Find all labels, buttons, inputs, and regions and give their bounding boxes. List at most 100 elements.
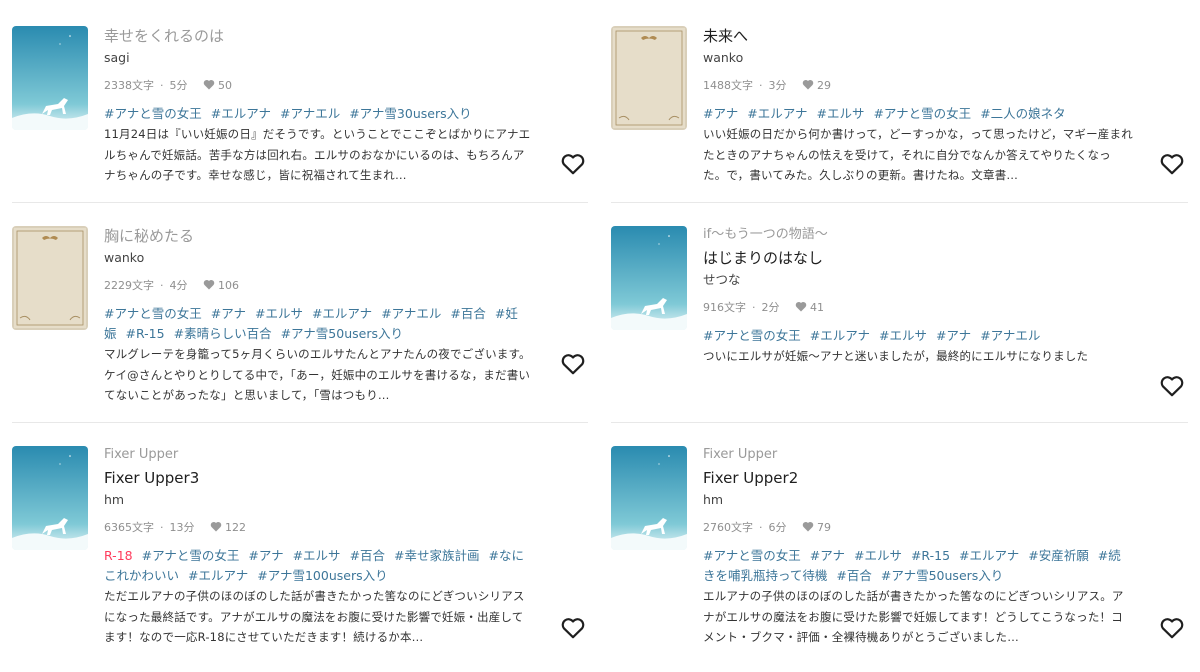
like-heart-icon[interactable] [560,351,586,377]
tag[interactable]: #幸せ家族計画 [394,548,479,563]
tag[interactable]: #R-15 [911,548,950,563]
tag[interactable]: #エルアナ [211,106,271,121]
tag[interactable]: #エルサ [854,548,902,563]
meta-separator: · [160,79,164,92]
tag[interactable]: #アナ雪100users入り [257,568,387,583]
tag[interactable]: #アナ [248,548,283,563]
author-name[interactable]: wanko [703,49,1133,67]
novel-meta: 2338文字 · 5分 50 [104,77,534,95]
tag[interactable]: #百合 [450,306,485,321]
tag-list: #アナと雪の女王 #エルアナ #エルサ #アナ #アナエル [703,326,1133,346]
tag[interactable]: #エルアナ [747,106,807,121]
read-time: 5分 [169,79,188,92]
series-title[interactable]: Fixer Upper [703,446,1133,464]
tag[interactable]: #素晴らしい百合 [174,326,272,341]
novel-meta: 1488文字 · 3分 29 [703,77,1133,95]
tag[interactable]: #安産祈願 [1028,548,1088,563]
author-name[interactable]: hm [703,491,1133,509]
tag[interactable]: #アナと雪の女王 [142,548,240,563]
row-divider [12,422,588,423]
tag[interactable]: #アナ [211,306,246,321]
bookmark-count: 29 [817,79,831,92]
tag[interactable]: #百合 [350,548,385,563]
like-heart-icon[interactable] [1159,373,1185,399]
novel-title[interactable]: 胸に秘めたる [104,226,534,246]
author-name[interactable]: sagi [104,49,534,67]
meta-separator [793,79,797,92]
tag[interactable]: #エルアナ [959,548,1019,563]
novel-card: Fixer Upper Fixer Upper2 hm 2760文字 · 6分 79… [611,446,1189,646]
novel-title[interactable]: Fixer Upper2 [703,468,1133,488]
novel-meta: 6365文字 · 13分 122 [104,519,534,537]
meta-separator [201,521,205,534]
tag-list: R-18 #アナと雪の女王 #アナ #エルサ #百合 #幸せ家族計画 #なにこれかわいい #エ… [104,546,534,586]
tag[interactable]: #アナ [810,548,845,563]
meta-separator: · [160,279,164,292]
bookmark-count-icon [795,300,807,318]
tag[interactable]: #エルサ [879,328,927,343]
tag-list: #アナと雪の女王 #アナ #エルサ #R-15 #エルアナ #安産祈願 #続きを哺乳瓶持って… [703,546,1133,586]
cover-thumbnail[interactable] [611,26,687,130]
cover-thumbnail[interactable] [12,446,88,550]
read-time: 6分 [768,521,787,534]
meta-separator [194,279,198,292]
row-divider [611,422,1188,423]
tag-list: #アナ #エルアナ #エルサ #アナと雪の女王 #二人の娘ネタ [703,104,1133,124]
tag[interactable]: #エルサ [293,548,341,563]
tag[interactable]: #エルアナ [312,306,372,321]
tag[interactable]: #エルサ [255,306,303,321]
tag[interactable]: #アナと雪の女王 [873,106,971,121]
cover-thumbnail[interactable] [12,226,88,330]
tag[interactable]: #アナエル [381,306,441,321]
tag[interactable]: #アナ雪50users入り [881,568,1003,583]
tag[interactable]: #アナエル [980,328,1040,343]
char-count: 2338文字 [104,79,154,92]
bookmark-count-icon [203,278,215,296]
meta-separator: · [752,301,756,314]
tag[interactable]: #エルアナ [810,328,870,343]
author-name[interactable]: hm [104,491,534,509]
author-name[interactable]: wanko [104,249,534,267]
tag[interactable]: #アナ [703,106,738,121]
tag-list: #アナと雪の女王 #アナ #エルサ #エルアナ #アナエル #百合 #妊娠 #R-15 #素晴ら… [104,304,534,344]
series-title[interactable]: Fixer Upper [104,446,534,464]
meta-separator: · [759,521,763,534]
row-divider [12,202,588,203]
char-count: 6365文字 [104,521,154,534]
tag[interactable]: #アナエル [280,106,340,121]
char-count: 916文字 [703,301,746,314]
tag[interactable]: #百合 [836,568,871,583]
novel-title[interactable]: 未来へ [703,26,1133,46]
tag[interactable]: #二人の娘ネタ [980,106,1065,121]
novel-card: 幸せをくれるのは sagi 2338文字 · 5分 50 #アナと雪の女王 #エルアナ… [12,26,590,226]
bookmark-count-icon [210,520,222,538]
like-heart-icon[interactable] [560,615,586,641]
meta-separator: · [759,79,763,92]
author-name[interactable]: せつな [703,271,1133,289]
novel-title[interactable]: はじまりのはなし [703,248,1133,268]
cover-thumbnail[interactable] [611,226,687,330]
bookmark-count: 50 [218,79,232,92]
novel-title[interactable]: 幸せをくれるのは [104,26,534,46]
tag[interactable]: #エルサ [816,106,864,121]
novel-title[interactable]: Fixer Upper3 [104,468,534,488]
tag[interactable]: #アナと雪の女王 [703,548,801,563]
read-time: 13分 [169,521,195,534]
tag[interactable]: #アナと雪の女王 [703,328,801,343]
bookmark-count: 106 [218,279,239,292]
tag[interactable]: #アナ雪50users入り [281,326,403,341]
cover-thumbnail[interactable] [611,446,687,550]
tag[interactable]: #アナと雪の女王 [104,106,202,121]
tag[interactable]: #R-15 [126,326,165,341]
r18-badge[interactable]: R-18 [104,548,133,563]
like-heart-icon[interactable] [1159,615,1185,641]
tag[interactable]: #アナと雪の女王 [104,306,202,321]
novel-meta: 2229文字 · 4分 106 [104,277,534,295]
tag[interactable]: #アナ [936,328,971,343]
tag[interactable]: #エルアナ [188,568,248,583]
series-title[interactable]: if～もう一つの物語～ [703,226,1133,244]
tag[interactable]: #アナ雪30users入り [349,106,471,121]
cover-thumbnail[interactable] [12,26,88,130]
like-heart-icon[interactable] [1159,151,1185,177]
like-heart-icon[interactable] [560,151,586,177]
